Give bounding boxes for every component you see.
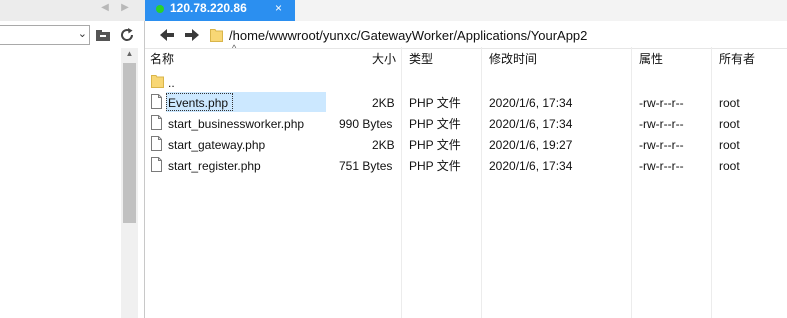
column-header-name[interactable]: 名称 bbox=[150, 52, 174, 66]
forward-arrow-icon[interactable] bbox=[183, 26, 201, 44]
file-size: 2KB bbox=[372, 96, 395, 110]
left-toolbar-strip: ◀ ▶ bbox=[0, 0, 145, 21]
back-arrow-icon[interactable]: ◀ bbox=[98, 0, 112, 16]
file-owner: root bbox=[719, 117, 740, 131]
bookmark-folder-icon[interactable] bbox=[94, 26, 112, 44]
file-size: 751 Bytes bbox=[339, 159, 393, 173]
file-name: Events.php bbox=[168, 96, 229, 110]
folder-icon bbox=[151, 75, 164, 88]
file-type: PHP 文件 bbox=[409, 96, 461, 110]
file-size: 2KB bbox=[372, 138, 395, 152]
local-file-pane: ⌄ ▲ bbox=[0, 21, 145, 318]
file-icon bbox=[151, 115, 162, 130]
column-header-owner[interactable]: 所有者 bbox=[719, 52, 755, 66]
remote-path-input[interactable]: /home/wwwroot/yunxc/GatewayWorker/Applic… bbox=[229, 28, 587, 44]
tab-connection[interactable]: 120.78.220.86 × bbox=[145, 0, 295, 21]
file-attributes: -rw-r--r-- bbox=[639, 96, 684, 110]
forward-arrow-icon[interactable]: ▶ bbox=[118, 0, 132, 16]
file-modified: 2020/1/6, 19:27 bbox=[489, 138, 573, 152]
file-modified: 2020/1/6, 17:34 bbox=[489, 117, 573, 131]
file-icon bbox=[151, 136, 162, 151]
file-attributes: -rw-r--r-- bbox=[639, 117, 684, 131]
scrollbar-thumb[interactable] bbox=[123, 63, 136, 223]
file-type: PHP 文件 bbox=[409, 138, 461, 152]
refresh-icon[interactable] bbox=[118, 26, 136, 44]
file-name: start_register.php bbox=[168, 159, 261, 173]
column-header-type[interactable]: 类型 bbox=[409, 52, 433, 66]
connected-status-icon bbox=[156, 5, 164, 13]
file-modified: 2020/1/6, 17:34 bbox=[489, 96, 573, 110]
folder-icon bbox=[210, 29, 223, 42]
close-icon[interactable]: × bbox=[275, 1, 282, 16]
file-owner: root bbox=[719, 159, 740, 173]
column-header-attributes[interactable]: 属性 bbox=[639, 52, 663, 66]
chevron-down-icon[interactable]: ⌄ bbox=[78, 27, 87, 40]
file-owner: root bbox=[719, 138, 740, 152]
file-attributes: -rw-r--r-- bbox=[639, 138, 684, 152]
file-type: PHP 文件 bbox=[409, 117, 461, 131]
list-item[interactable] bbox=[145, 71, 787, 92]
file-size: 990 Bytes bbox=[339, 117, 393, 131]
tab-title: 120.78.220.86 bbox=[170, 1, 247, 15]
file-modified: 2020/1/6, 17:34 bbox=[489, 159, 573, 173]
column-header-modified[interactable]: 修改时间 bbox=[489, 52, 537, 66]
file-name: start_businessworker.php bbox=[168, 117, 305, 131]
file-name: .. bbox=[168, 76, 175, 90]
file-name: start_gateway.php bbox=[168, 138, 266, 152]
back-arrow-icon[interactable] bbox=[158, 26, 176, 44]
scroll-up-icon[interactable]: ▲ bbox=[121, 49, 138, 58]
file-icon bbox=[151, 157, 162, 172]
file-icon bbox=[151, 94, 162, 109]
local-path-input[interactable]: ⌄ bbox=[0, 25, 90, 45]
file-owner: root bbox=[719, 96, 740, 110]
file-attributes: -rw-r--r-- bbox=[639, 159, 684, 173]
vertical-scrollbar[interactable]: ▲ bbox=[121, 48, 138, 318]
sort-ascending-icon: ^ bbox=[232, 43, 237, 53]
list-item[interactable] bbox=[145, 92, 787, 113]
file-type: PHP 文件 bbox=[409, 159, 461, 173]
column-header-size[interactable]: 大小 bbox=[372, 52, 396, 66]
